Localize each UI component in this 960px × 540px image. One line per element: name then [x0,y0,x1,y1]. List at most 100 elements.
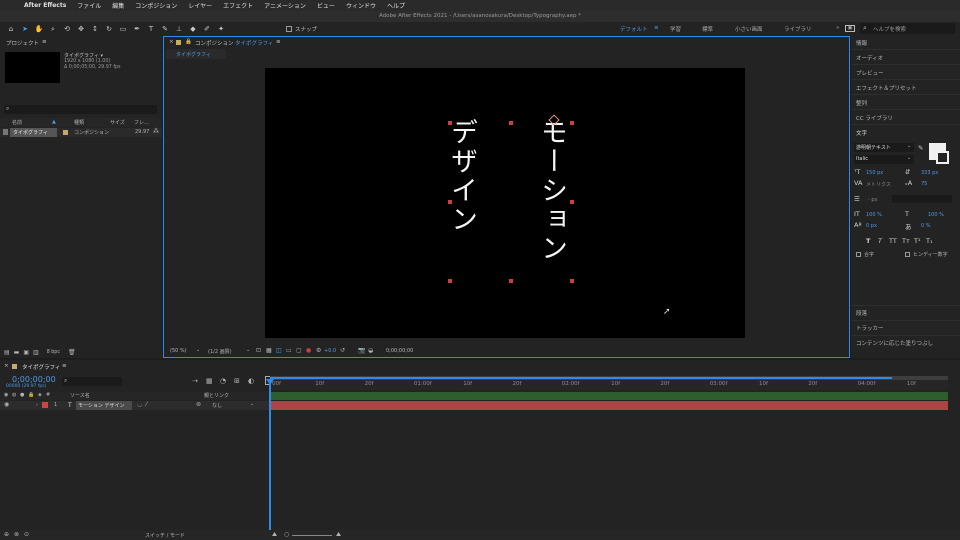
label-color-swatch[interactable] [63,130,68,135]
zoom-tool-icon[interactable]: ⌕ [48,24,58,34]
menu-help[interactable]: ヘルプ [387,1,405,10]
panel-paragraph[interactable]: 段落 [856,309,867,317]
dolly-tool-icon[interactable]: ↕ [90,24,100,34]
label-column-icon[interactable]: ◈ [38,392,42,398]
clone-stamp-icon[interactable]: ⊥ [174,24,184,34]
playhead[interactable] [269,380,271,540]
grid-icon[interactable]: ▢ [296,347,302,354]
text-design[interactable]: デザイン [446,118,477,234]
roto-brush-icon[interactable]: ✐ [202,24,212,34]
col-type[interactable]: 種類 [74,119,84,126]
parent-dropdown[interactable]: なし [212,402,222,409]
timeline-close-icon[interactable]: × [4,363,9,369]
vertical-scale-value[interactable]: 100 % [866,212,882,218]
draft-3d-icon[interactable]: ▦ [206,377,213,385]
pen-tool-icon[interactable]: ✒ [132,24,142,34]
project-panel-menu-icon[interactable]: ≡ [42,39,47,45]
work-area-range[interactable] [270,377,892,379]
comp-panel-title[interactable]: コンポジション [195,39,234,47]
panel-content-aware-fill[interactable]: コンテンツに応じた塗りつぶし [856,339,933,347]
bbox-handle[interactable] [509,121,513,125]
timeline-menu-icon[interactable]: ≡ [62,363,67,369]
comp-panel-menu-icon[interactable]: ≡ [276,39,281,45]
snapshot-icon[interactable]: 📷 [358,347,365,354]
interpret-footage-icon[interactable]: ▤ [4,349,10,356]
flowchart-icon[interactable]: ⁂ [153,128,159,135]
project-row[interactable]: タイポグラフィ コンポジション 29.97 ⁂ [0,128,162,137]
app-name[interactable]: After Effects [24,2,66,9]
layer-expand-icon[interactable]: › [36,402,38,408]
menu-window[interactable]: ウィンドウ [346,1,376,10]
motion-blur-icon[interactable]: ◐ [248,377,254,385]
layer-label-color[interactable] [42,402,48,408]
new-comp-icon[interactable]: ▣ [23,349,29,356]
panel-info[interactable]: 情報 [856,39,867,47]
menu-composition[interactable]: コンポジション [135,1,177,10]
panel-tracker[interactable]: トラッカー [856,324,884,332]
composition-canvas[interactable] [265,68,745,338]
menu-layer[interactable]: レイヤー [188,1,212,10]
frame-blending-icon[interactable]: ⊞ [234,377,240,385]
horizontal-scale-value[interactable]: 100 % [928,212,944,218]
timeline-tab-label[interactable]: タイポグラフィ [22,363,60,371]
shy-switch-icon[interactable]: ◡ [137,401,142,408]
menu-animation[interactable]: アニメーション [264,1,306,10]
bbox-handle[interactable] [570,121,574,125]
mask-visibility-icon[interactable]: ◫ [276,347,282,354]
panel-character-title[interactable]: 文字 [856,129,867,137]
workspace-menu-icon[interactable]: ≡ [654,25,659,31]
layer-row[interactable]: ◉ › 1 T モーション デザイン ◡ ⁄ ⊚ なし ⌄ [0,401,270,410]
bbox-handle[interactable] [570,200,574,204]
brush-tool-icon[interactable]: ✎ [160,24,170,34]
type-tool-icon[interactable]: T [146,24,156,34]
workspace-learn[interactable]: 学習 [670,25,681,33]
stroke-color-swatch[interactable] [936,151,949,164]
zoom-slider-thumb[interactable]: ○ [284,531,289,538]
exposure-value[interactable]: +0.0 [324,348,336,354]
workspace-default[interactable]: デフォルト [620,25,648,33]
workspace-libraries[interactable]: ライブラリ [784,25,812,33]
zoom-dropdown[interactable]: (50 %) [170,348,187,354]
lock-icon[interactable]: 🔒 [28,392,34,398]
superscript-icon[interactable]: T¹ [914,237,921,245]
menu-effect[interactable]: エフェクト [223,1,253,10]
timeline-search-input[interactable]: ⌕ [62,377,122,386]
parent-chevron-icon[interactable]: ⌄ [250,401,254,407]
sync-icon[interactable]: ▣ [845,25,855,32]
small-caps-icon[interactable]: Tт [902,237,910,245]
shy-layers-icon[interactable]: ◔ [220,377,226,385]
bbox-handle[interactable] [509,279,513,283]
menu-edit[interactable]: 編集 [112,1,124,10]
project-settings-icon[interactable]: ▥ [33,349,39,356]
transfer-controls-toggle-icon[interactable]: ⊗ [14,531,19,538]
help-search-box[interactable]: ⌕ ヘルプを検索 [860,23,955,34]
leading-value[interactable]: 333 px [921,170,938,176]
playhead-handle-icon[interactable] [266,379,274,385]
color-management-icon[interactable]: ⚙ [316,347,321,354]
workspace-small-screen[interactable]: 小さい画面 [735,25,763,33]
layer-name[interactable]: モーション デザイン [78,402,125,409]
layer-switches-toggle-icon[interactable]: ⊕ [4,531,9,538]
panel-align[interactable]: 整列 [856,99,867,107]
bpc-label[interactable]: 8 bpc [47,350,60,355]
rotate-tool-icon[interactable]: ↻ [104,24,114,34]
zoom-slider-track[interactable] [292,535,332,536]
timeline-current-time[interactable]: 0;00;00;00 [12,375,56,384]
layer-visibility-icon[interactable]: ◉ [4,401,9,408]
selection-tool-icon[interactable]: ➤ [20,24,30,34]
layer-duration-bar[interactable] [270,401,948,410]
eyedropper-icon[interactable]: ✎ [918,144,923,152]
show-snapshot-icon[interactable]: ◒ [368,347,373,354]
baseline-shift-value[interactable]: 0 px [866,223,877,229]
col-name[interactable]: 名前 [12,119,22,126]
comp-panel-name[interactable]: タイポグラフィ [235,39,273,47]
solo-icon[interactable]: ● [20,392,24,398]
stroke-width-value[interactable]: - px [868,197,878,203]
reset-exposure-icon[interactable]: ↺ [340,347,345,354]
menu-file[interactable]: ファイル [77,1,101,10]
bbox-handle[interactable] [448,200,452,204]
hindi-digits-checkbox[interactable] [905,252,910,257]
snap-checkbox[interactable] [286,26,292,32]
hand-tool-icon[interactable]: ✋ [34,24,44,34]
render-time-toggle-icon[interactable]: ⊙ [24,531,29,538]
